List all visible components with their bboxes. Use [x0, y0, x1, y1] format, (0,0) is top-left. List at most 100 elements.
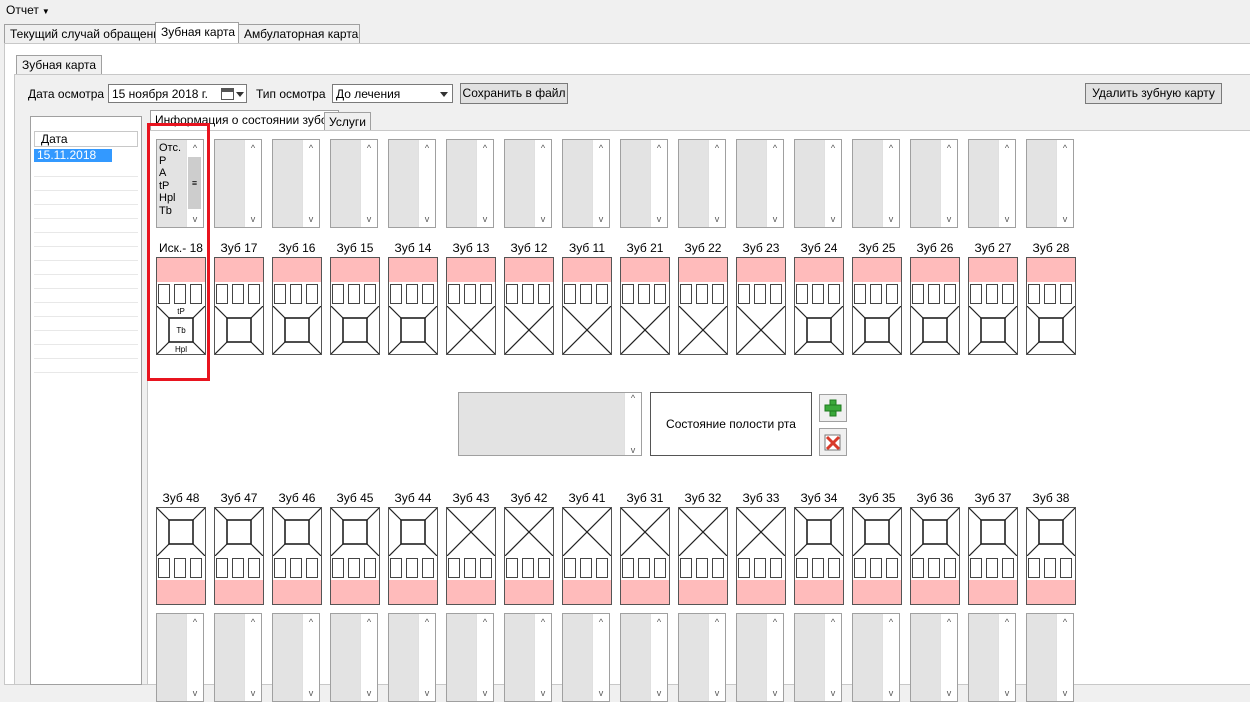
scroll-up-icon[interactable]: ^: [187, 614, 203, 630]
scroll-down-icon[interactable]: v: [941, 685, 957, 701]
root-cell[interactable]: [448, 558, 460, 578]
tooth-condition-listbox[interactable]: ^ v: [504, 613, 552, 702]
tooth-crown[interactable]: [795, 258, 843, 282]
root-cell[interactable]: [274, 284, 286, 304]
scroll-down-icon[interactable]: v: [303, 685, 319, 701]
scroll-down-icon[interactable]: v: [361, 211, 377, 227]
tooth-surface-diagram[interactable]: [273, 508, 321, 556]
tooth-surface-diagram[interactable]: [563, 508, 611, 556]
lower-tooth[interactable]: [736, 507, 786, 605]
root-cell[interactable]: [1060, 284, 1072, 304]
tooth-condition-listbox[interactable]: ^ v: [910, 613, 958, 702]
tooth-roots[interactable]: [853, 282, 901, 306]
scroll-up-icon[interactable]: ^: [303, 140, 319, 156]
scrollbar[interactable]: ^ v: [882, 614, 899, 701]
root-cell[interactable]: [564, 284, 576, 304]
scroll-up-icon[interactable]: ^: [477, 140, 493, 156]
root-cell[interactable]: [596, 558, 608, 578]
scrollbar[interactable]: ^ v: [998, 140, 1015, 227]
tooth-crown[interactable]: [505, 258, 553, 282]
upper-tooth[interactable]: [910, 257, 960, 355]
root-cell[interactable]: [654, 558, 666, 578]
scroll-down-icon[interactable]: v: [361, 685, 377, 701]
tooth-condition-listbox[interactable]: ^ v: [852, 613, 900, 702]
tooth-condition-listbox[interactable]: ^ v: [214, 139, 262, 228]
tooth-roots[interactable]: [621, 556, 669, 580]
upper-tooth[interactable]: [504, 257, 554, 355]
scrollbar[interactable]: ^ v: [244, 140, 261, 227]
root-cell[interactable]: [464, 284, 476, 304]
tooth-roots[interactable]: [737, 556, 785, 580]
tooth-condition-listbox[interactable]: ^ v: [678, 613, 726, 702]
lower-tooth[interactable]: [968, 507, 1018, 605]
tooth-crown[interactable]: [447, 580, 495, 604]
scrollbar[interactable]: ^ v: [824, 614, 841, 701]
tooth-condition-listbox[interactable]: ^ v: [214, 613, 262, 702]
scroll-up-icon[interactable]: ^: [625, 393, 641, 403]
root-cell[interactable]: [622, 558, 634, 578]
tooth-condition-listbox[interactable]: ^ v: [794, 613, 842, 702]
lower-tooth[interactable]: [794, 507, 844, 605]
scroll-up-icon[interactable]: ^: [941, 140, 957, 156]
scroll-up-icon[interactable]: ^: [767, 140, 783, 156]
root-cell[interactable]: [622, 284, 634, 304]
root-cell[interactable]: [986, 284, 998, 304]
date-column-header[interactable]: Дата: [34, 131, 138, 147]
scroll-up-icon[interactable]: ^: [1057, 140, 1073, 156]
tooth-crown[interactable]: [969, 580, 1017, 604]
tooth-crown[interactable]: [1027, 580, 1075, 604]
exam-type-select[interactable]: До лечения: [332, 84, 453, 103]
tooth-crown[interactable]: [1027, 258, 1075, 282]
root-cell[interactable]: [770, 558, 782, 578]
root-cell[interactable]: [1044, 284, 1056, 304]
tooth-surface-diagram[interactable]: [505, 306, 553, 354]
lower-tooth[interactable]: [678, 507, 728, 605]
root-cell[interactable]: [522, 558, 534, 578]
tab-current-case[interactable]: Текущий случай обращения: [4, 24, 166, 44]
root-cell[interactable]: [232, 284, 244, 304]
tooth-crown[interactable]: [331, 258, 379, 282]
root-cell[interactable]: [696, 558, 708, 578]
upper-tooth[interactable]: [388, 257, 438, 355]
exam-date-picker[interactable]: 15 ноября 2018 г.: [108, 84, 247, 103]
lower-tooth[interactable]: [852, 507, 902, 605]
scroll-down-icon[interactable]: v: [651, 685, 667, 701]
scroll-up-icon[interactable]: ^: [361, 140, 377, 156]
upper-tooth[interactable]: [678, 257, 728, 355]
root-cell[interactable]: [1044, 558, 1056, 578]
scroll-up-icon[interactable]: ^: [825, 140, 841, 156]
upper-tooth[interactable]: [736, 257, 786, 355]
scrollbar[interactable]: ^ v: [708, 140, 725, 227]
tooth-surface-diagram[interactable]: [737, 306, 785, 354]
tooth-surface-diagram[interactable]: [447, 508, 495, 556]
root-cell[interactable]: [712, 284, 724, 304]
root-cell[interactable]: [1002, 284, 1014, 304]
tooth-condition-listbox[interactable]: ^ v: [562, 139, 610, 228]
tooth-surface-diagram[interactable]: [795, 306, 843, 354]
scrollbar[interactable]: ^ v: [650, 140, 667, 227]
root-cell[interactable]: [580, 284, 592, 304]
root-cell[interactable]: [390, 558, 402, 578]
root-cell[interactable]: [290, 284, 302, 304]
tooth-condition-listbox[interactable]: ^ v: [446, 613, 494, 702]
tab-services[interactable]: Услуги: [324, 112, 371, 131]
tooth-surface-diagram[interactable]: [563, 306, 611, 354]
root-cell[interactable]: [1028, 284, 1040, 304]
tooth-crown[interactable]: [157, 580, 205, 604]
tooth-crown[interactable]: [273, 258, 321, 282]
tooth-surface-diagram[interactable]: [679, 306, 727, 354]
scroll-up-icon[interactable]: ^: [245, 614, 261, 630]
scroll-down-icon[interactable]: v: [767, 211, 783, 227]
root-cell[interactable]: [306, 558, 318, 578]
root-cell[interactable]: [332, 284, 344, 304]
upper-tooth[interactable]: [1026, 257, 1076, 355]
tooth-condition-listbox[interactable]: ^ v: [446, 139, 494, 228]
scrollbar[interactable]: ^ v: [940, 140, 957, 227]
root-cell[interactable]: [422, 558, 434, 578]
tooth-roots[interactable]: [679, 556, 727, 580]
scroll-down-icon[interactable]: v: [187, 685, 203, 701]
scroll-up-icon[interactable]: ^: [535, 614, 551, 630]
root-cell[interactable]: [796, 558, 808, 578]
root-cell[interactable]: [538, 558, 550, 578]
tooth-surface-diagram[interactable]: [679, 508, 727, 556]
